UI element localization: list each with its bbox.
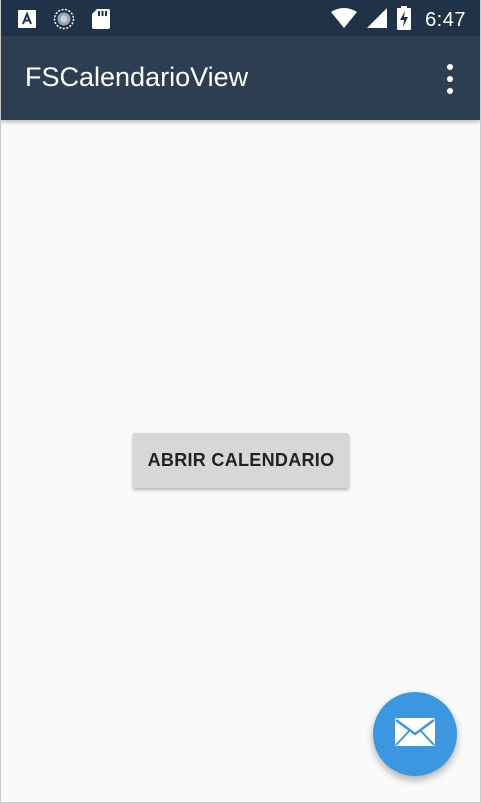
- status-bar-left: [18, 8, 110, 34]
- open-calendar-button[interactable]: ABRIR CALENDARIO: [133, 433, 349, 488]
- signal-icon: [367, 8, 388, 32]
- sync-circle-icon: [53, 8, 75, 34]
- menu-dot: [447, 88, 453, 94]
- accessibility-a-icon: [18, 10, 36, 32]
- app-toolbar: FSCalendarioView: [1, 36, 480, 120]
- sd-card-icon: [92, 9, 110, 33]
- battery-charging-icon: [397, 6, 412, 34]
- menu-dot: [447, 76, 453, 82]
- status-bar-right: 6:47: [331, 6, 466, 34]
- toolbar-title: FSCalendarioView: [25, 62, 249, 92]
- menu-dot: [447, 64, 453, 70]
- mail-icon: [395, 718, 435, 750]
- app-screen: 6:47 FSCalendarioView ABRIR CALENDARIO: [0, 0, 481, 803]
- status-time: 6:47: [425, 8, 466, 31]
- status-bar: 6:47: [1, 0, 480, 36]
- more-vert-icon[interactable]: [440, 64, 460, 94]
- fab-mail-button[interactable]: [373, 692, 457, 776]
- wifi-icon: [331, 8, 358, 32]
